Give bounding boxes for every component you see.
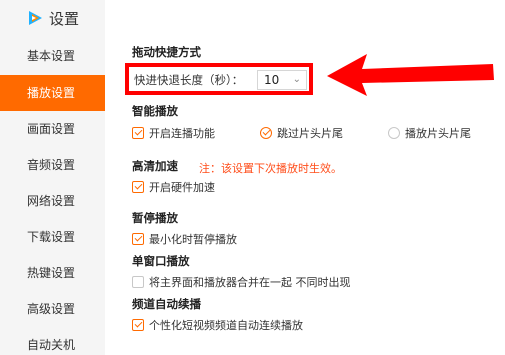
settings-panel: 拖动快捷方式 快进快退长度（秒）： 10 ⌄ 智能播放 开启连播功能 跳过片头片… <box>105 0 505 355</box>
minimize-pause-checkbox[interactable] <box>132 233 144 245</box>
minimize-pause-option[interactable]: 最小化时暂停播放 <box>132 231 237 247</box>
sidebar-item-basic[interactable]: 基本设置 <box>0 38 105 74</box>
seek-length-value: 10 <box>264 73 280 87</box>
hardware-accel-option[interactable]: 开启硬件加速 <box>132 179 215 195</box>
sidebar-item-network[interactable]: 网络设置 <box>0 183 105 219</box>
hardware-accel-checkbox[interactable] <box>132 181 144 193</box>
seek-length-label: 快进快退长度（秒）： <box>134 73 244 87</box>
section-title-channel-autoplay: 频道自动续播 <box>132 297 201 311</box>
chevron-down-icon: ⌄ <box>292 74 301 85</box>
hd-accel-note: 注：该设置下次播放时生效。 <box>199 162 342 175</box>
skip-intro-radio[interactable] <box>260 127 272 139</box>
section-title-hd-accel: 高清加速 <box>132 159 178 173</box>
short-video-autoplay-checkbox[interactable] <box>132 319 144 331</box>
sidebar-item-playback[interactable]: 播放设置 <box>0 75 105 111</box>
app-header: 设置 <box>26 8 79 28</box>
sidebar-item-auto-shutdown[interactable]: 自动关机 <box>0 327 105 355</box>
seek-length-select[interactable]: 10 ⌄ <box>257 70 307 90</box>
settings-title: 设置 <box>49 9 80 28</box>
merge-window-label: 将主界面和播放器合并在一起 不同时出现 <box>149 276 351 289</box>
continuous-play-checkbox[interactable] <box>132 127 144 139</box>
minimize-pause-label: 最小化时暂停播放 <box>149 233 237 246</box>
continuous-play-label: 开启连播功能 <box>149 127 215 140</box>
tencent-video-play-icon <box>29 11 42 25</box>
sidebar: 设置 基本设置 播放设置 画面设置 音频设置 网络设置 下载设置 热键设置 高级… <box>0 0 105 355</box>
section-title-drag-shortcut: 拖动快捷方式 <box>132 45 201 59</box>
section-title-single-window: 单窗口播放 <box>132 254 190 268</box>
play-intro-option[interactable]: 播放片头片尾 <box>388 125 471 141</box>
short-video-autoplay-label: 个性化短视频频道自动连续播放 <box>149 319 303 332</box>
sidebar-item-hotkeys[interactable]: 热键设置 <box>0 255 105 291</box>
sidebar-item-download[interactable]: 下载设置 <box>0 219 105 255</box>
play-intro-label: 播放片头片尾 <box>405 127 471 140</box>
section-title-smart-play: 智能播放 <box>132 104 178 118</box>
merge-window-checkbox[interactable] <box>132 276 144 288</box>
red-arrow-icon <box>327 54 494 96</box>
hardware-accel-label: 开启硬件加速 <box>149 181 215 194</box>
short-video-autoplay-option[interactable]: 个性化短视频频道自动连续播放 <box>132 317 303 333</box>
skip-intro-option[interactable]: 跳过片头片尾 <box>260 125 343 141</box>
sidebar-item-picture[interactable]: 画面设置 <box>0 111 105 147</box>
skip-intro-label: 跳过片头片尾 <box>277 127 343 140</box>
play-intro-radio[interactable] <box>388 127 400 139</box>
continuous-play-option[interactable]: 开启连播功能 <box>132 125 215 141</box>
sidebar-item-audio[interactable]: 音频设置 <box>0 147 105 183</box>
sidebar-item-advanced[interactable]: 高级设置 <box>0 291 105 327</box>
section-title-pause-play: 暂停播放 <box>132 211 178 225</box>
merge-window-option[interactable]: 将主界面和播放器合并在一起 不同时出现 <box>132 274 351 290</box>
